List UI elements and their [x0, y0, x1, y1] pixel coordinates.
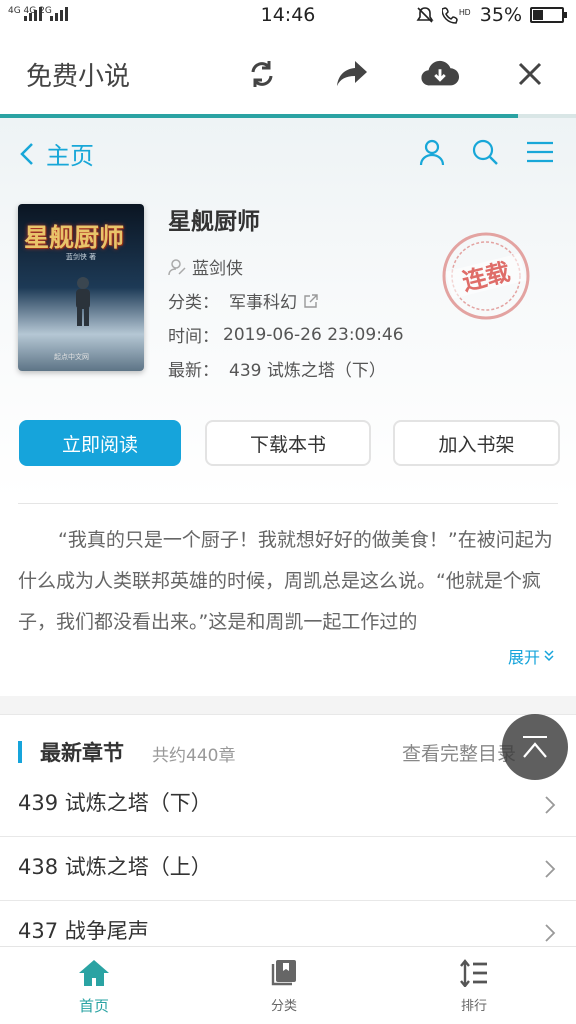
category-label: 分类：: [168, 293, 219, 313]
battery-level: [533, 10, 543, 20]
author-line: 蓝剑侠: [168, 254, 243, 279]
home-icon: [79, 960, 109, 986]
chapter-title: 438 试炼之塔（上）: [18, 855, 212, 879]
section-accent-bar: [18, 741, 22, 763]
tab-label: 首页: [78, 997, 109, 1015]
back-button[interactable]: 主页: [18, 136, 94, 171]
user-icon[interactable]: [414, 134, 450, 170]
svg-text:HD: HD: [459, 8, 471, 17]
sort-ranking-icon: [460, 959, 487, 988]
arrow-up-icon: [523, 736, 547, 758]
app-title: 免费小说: [26, 62, 131, 92]
share-icon[interactable]: [332, 54, 372, 94]
chapter-row[interactable]: 438 试炼之塔（上）: [0, 837, 576, 901]
chapters-header: 最新章节 共约440章 查看完整目录: [0, 735, 576, 769]
latest-chapters-section: 最新章节 共约440章 查看完整目录 439 试炼之塔（下） 438 试炼之塔（…: [0, 714, 576, 946]
latest-chapter-link[interactable]: 439 试炼之塔（下）: [229, 356, 386, 381]
category-link[interactable]: 军事科幻: [229, 288, 297, 313]
mute-bell-icon: [416, 7, 434, 23]
chapter-title: 439 试炼之塔（下）: [18, 791, 212, 815]
updated-time: 2019-06-26 23:09:46: [223, 324, 404, 345]
app-header: 免费小说: [0, 32, 576, 116]
chevron-right-icon: [545, 796, 556, 814]
category-line: 分类： 军事科幻: [168, 288, 319, 313]
chevron-right-icon: [545, 860, 556, 878]
divider: [18, 503, 558, 504]
astronaut-figure: [76, 277, 90, 326]
chapter-title: 437 战争尾声: [18, 919, 149, 943]
chapter-count: 共约440章: [152, 746, 236, 766]
author-name[interactable]: 蓝剑侠: [192, 254, 243, 279]
back-to-top-button[interactable]: [502, 714, 568, 780]
chevron-right-icon: [545, 924, 556, 942]
hd-call-icon: HD: [441, 7, 471, 24]
bottom-navigation: 首页 分类 排行: [0, 946, 576, 1024]
latest-label: 最新：: [168, 361, 219, 381]
description-text: “我真的只是一个厨子！我就想好好的做美食！”在被问起为什么成为人类联邦英雄的时候…: [18, 529, 553, 633]
cover-title: 星舰厨师: [24, 223, 125, 252]
read-now-button[interactable]: 立即阅读: [19, 420, 181, 466]
double-chevron-down-icon: [544, 650, 554, 662]
external-link-icon[interactable]: [303, 293, 319, 309]
download-cloud-icon[interactable]: [420, 54, 460, 94]
tab-ranking[interactable]: 排行: [414, 959, 534, 1014]
books-icon: [271, 960, 296, 986]
tab-home[interactable]: 首页: [34, 959, 154, 1016]
expand-label: 展开: [507, 648, 540, 667]
tab-category[interactable]: 分类: [224, 959, 344, 1014]
updated-line: 时间： 2019-06-26 23:09:46: [168, 322, 404, 348]
add-to-shelf-button[interactable]: 加入书架: [393, 420, 560, 466]
book-description: “我真的只是一个厨子！我就想好好的做美食！”在被问起为什么成为人类联邦英雄的时候…: [0, 500, 576, 696]
serializing-stamp: 连载: [442, 232, 530, 320]
time-label: 时间：: [168, 327, 219, 347]
menu-icon[interactable]: [522, 134, 558, 170]
stamp-text: 连载: [460, 258, 513, 297]
tab-label: 分类: [270, 999, 297, 1014]
view-full-toc-link[interactable]: 查看完整目录: [402, 739, 516, 766]
book-nav: 主页: [0, 132, 576, 172]
status-bar: 4G 4G 2G 14:46 HD 35%: [0, 0, 576, 32]
cover-author: 蓝剑侠 著: [65, 253, 97, 261]
battery-icon: [530, 7, 567, 23]
search-icon[interactable]: [467, 134, 503, 170]
book-title: 星舰厨师: [168, 209, 260, 235]
cover-publisher: 起点中文网: [54, 353, 89, 361]
back-label: 主页: [46, 142, 94, 170]
book-cover[interactable]: 星舰厨师 蓝剑侠 著 起点中文网: [18, 204, 144, 371]
chapters-heading: 最新章节: [40, 741, 124, 765]
author-icon: [168, 258, 186, 275]
battery-percent: 35%: [479, 4, 522, 26]
chevron-left-icon: [20, 142, 33, 165]
expand-button[interactable]: 展开: [508, 644, 554, 668]
tab-label: 排行: [460, 999, 487, 1014]
close-icon[interactable]: [510, 54, 550, 94]
chapter-row[interactable]: 439 试炼之塔（下）: [0, 773, 576, 837]
latest-line: 最新： 439 试炼之塔（下）: [168, 356, 386, 381]
refresh-icon[interactable]: [242, 54, 282, 94]
download-book-button[interactable]: 下载本书: [205, 420, 371, 466]
book-header: 主页 星舰厨师 蓝剑侠 著 起点中文网 星舰厨师 蓝剑侠 分类： 军事科幻 时间…: [0, 118, 576, 500]
